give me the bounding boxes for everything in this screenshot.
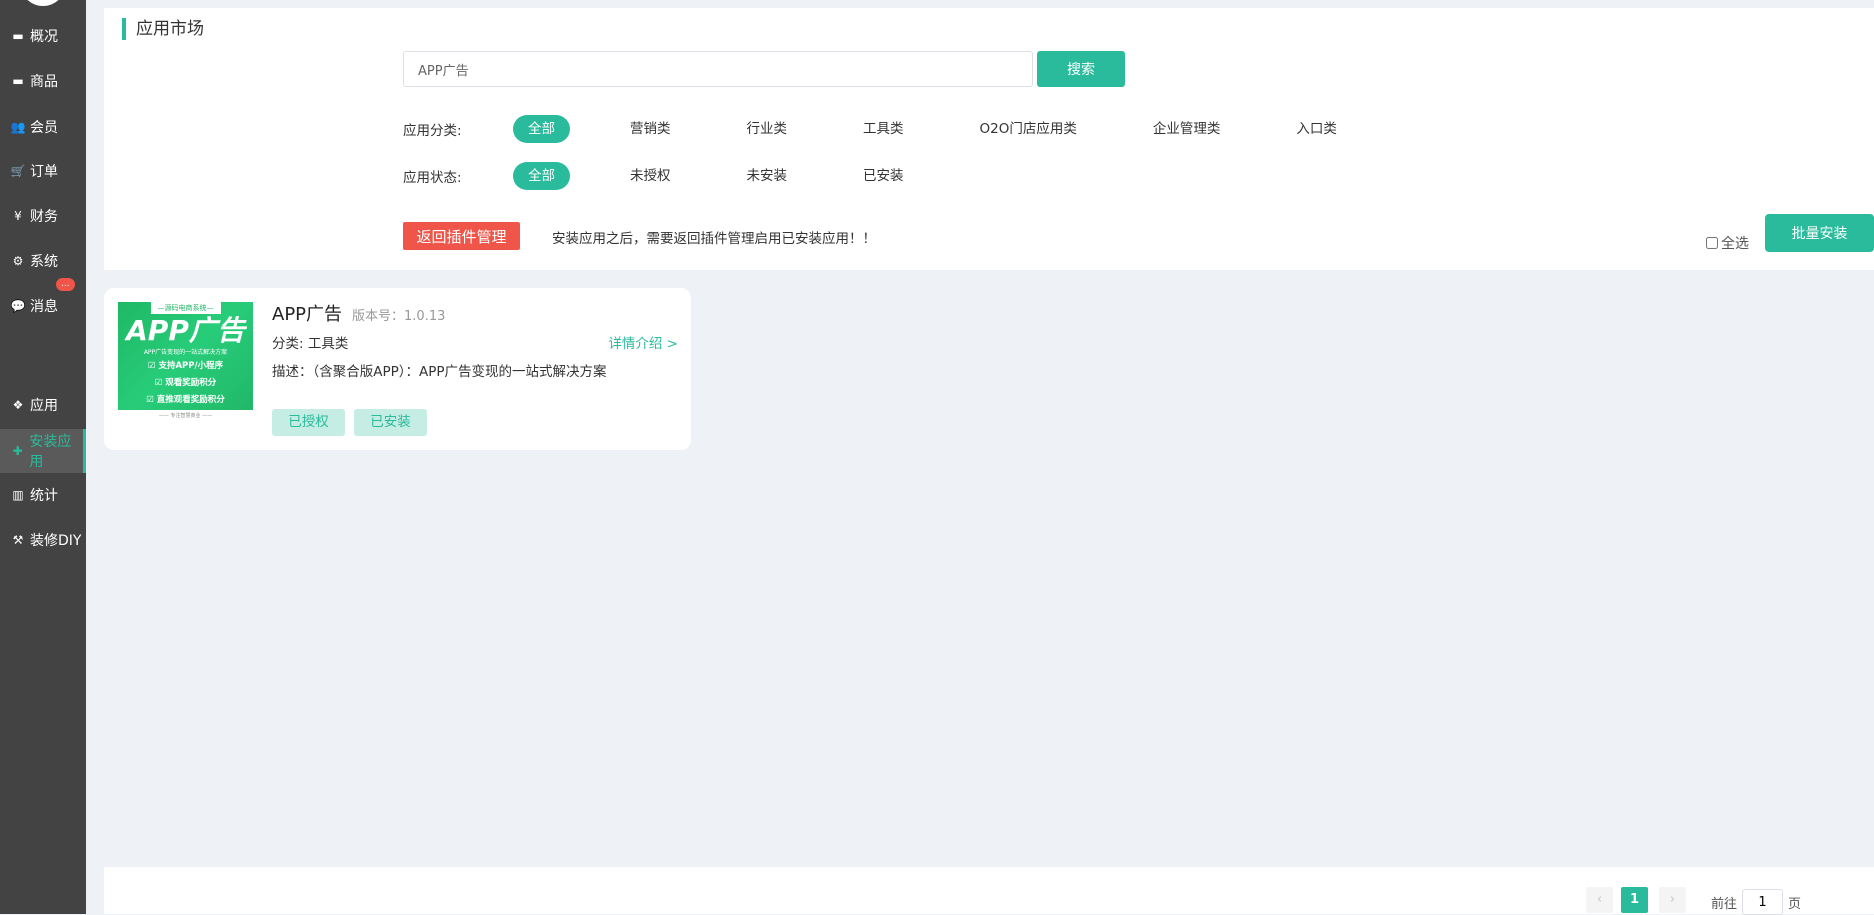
nav-label: 商品 (30, 74, 58, 90)
installed-tag: 已安装 (354, 409, 427, 436)
category-option[interactable]: 入口类 (1280, 115, 1353, 143)
nav-label: 财务 (30, 209, 58, 225)
nav-label: 应用 (30, 398, 58, 414)
gears-icon: ⚙ (12, 254, 24, 268)
search-button[interactable]: 搜索 (1037, 51, 1125, 87)
app-name: APP广告 版本号：1.0.13 (272, 300, 445, 326)
app-thumbnail[interactable]: —源码电商系统— APP广告 APP广告变现的一站式解决方案 ☑ 支持APP/小… (118, 302, 253, 410)
filter-panel: 应用市场 搜索 应用分类: 全部 营销类 行业类 工具类 O2O门店应用类 企业… (104, 8, 1874, 270)
goto-page: 前往 页 (1711, 889, 1801, 915)
category-option[interactable]: 行业类 (731, 115, 804, 143)
yen-icon: ¥ (14, 209, 22, 223)
bar-chart-icon: ▥ (12, 488, 24, 502)
app-version: 版本号：1.0.13 (352, 309, 446, 324)
sidebar-item-installed-apps[interactable]: ✚ 安装应用 (0, 429, 86, 473)
archive-icon: ▬ (12, 74, 24, 88)
sidebar: ▬ 概况 ▬ 商品 👥 会员 🛒 订单 ¥ 财务 ⚙ 系统 💬 消息... ❖ 应用 ✚ 安装应用… (0, 0, 86, 914)
status-label: 应用状态: (403, 170, 462, 186)
status-option[interactable]: 未授权 (614, 162, 687, 190)
cubes-icon: ❖ (12, 398, 24, 412)
sidebar-item-goods[interactable]: ▬ 商品 (0, 59, 86, 103)
category-label: 应用分类: (403, 123, 462, 139)
category-filter: 应用分类: 全部 营销类 行业类 工具类 O2O门店应用类 企业管理类 入口类 (403, 115, 1397, 143)
message-badge: ... (56, 278, 75, 291)
sidebar-item-orders[interactable]: 🛒 订单 (0, 149, 86, 193)
sidebar-item-diy[interactable]: ⚒ 装修DIY (0, 518, 86, 562)
sidebar-item-overview[interactable]: ▬ 概况 (0, 14, 86, 58)
status-filter: 应用状态: 全部 未授权 未安装 已安装 (403, 162, 964, 190)
nav-label: 概况 (30, 29, 58, 45)
sidebar-item-members[interactable]: 👥 会员 (0, 105, 86, 149)
category-option[interactable]: O2O门店应用类 (964, 115, 1093, 143)
nav-label: 系统 (30, 254, 58, 270)
page-title: 应用市场 (122, 18, 204, 40)
detail-link[interactable]: 详情介绍 > (608, 332, 678, 352)
category-option[interactable]: 工具类 (847, 115, 920, 143)
category-option[interactable]: 全部 (513, 115, 570, 143)
app-description: 描述：（含聚合版APP）：APP广告变现的一站式解决方案 (272, 364, 607, 380)
archive-icon: ▬ (12, 29, 24, 43)
prev-page-button[interactable]: ‹ (1586, 887, 1613, 913)
thumb-title: APP广告 (126, 314, 245, 347)
users-icon: 👥 (10, 120, 26, 134)
nav-label: 订单 (30, 164, 58, 180)
thumb-line: ☑ 观看奖励积分 (154, 378, 217, 388)
cart-icon: 🛒 (10, 164, 26, 178)
pagination-bar: ‹ 1 › 前往 页 (104, 867, 1874, 915)
sidebar-item-apps[interactable]: ❖ 应用 (0, 383, 86, 427)
thumb-sub: APP广告变现的一站式解决方案 (143, 349, 228, 356)
comment-icon: 💬 (10, 299, 26, 313)
nav-label: 会员 (30, 120, 58, 136)
avatar[interactable] (20, 0, 66, 6)
category-option[interactable]: 企业管理类 (1137, 115, 1237, 143)
nav-label: 统计 (30, 488, 58, 504)
app-title: APP广告 (272, 304, 343, 325)
nav-label: 装修DIY (30, 533, 82, 549)
thumb-foot: —— 专注智慧商业 —— (158, 413, 213, 419)
page-1[interactable]: 1 (1621, 887, 1648, 913)
sidebar-item-finance[interactable]: ¥ 财务 (0, 194, 86, 238)
thumb-top: —源码电商系统— (150, 302, 221, 314)
status-option[interactable]: 全部 (513, 162, 570, 190)
thumb-line: ☑ 支持APP/小程序 (147, 361, 224, 371)
goto-page-input[interactable] (1742, 889, 1784, 915)
install-notice: 安装应用之后，需要返回插件管理启用已安装应用！！ (552, 231, 876, 247)
goto-label: 前往 (1711, 896, 1738, 912)
sidebar-item-messages[interactable]: 💬 消息... (0, 278, 86, 328)
puzzle-icon: ✚ (12, 444, 23, 458)
nav-label: 安装应用 (29, 434, 72, 470)
back-to-plugin-button[interactable]: 返回插件管理 (403, 222, 520, 250)
app-card: —源码电商系统— APP广告 APP广告变现的一站式解决方案 ☑ 支持APP/小… (104, 288, 691, 450)
hammer-icon: ⚒ (12, 533, 24, 547)
category-option[interactable]: 营销类 (614, 115, 687, 143)
sidebar-item-system[interactable]: ⚙ 系统 (0, 239, 86, 283)
status-option[interactable]: 未安装 (731, 162, 804, 190)
status-option[interactable]: 已安装 (847, 162, 920, 190)
nav-label: 消息 (30, 299, 58, 315)
authorized-tag: 已授权 (272, 409, 345, 436)
select-all-checkbox[interactable] (1706, 237, 1718, 249)
next-page-button[interactable]: › (1659, 887, 1686, 913)
search-input[interactable] (403, 51, 1033, 87)
app-category: 分类: 工具类 (272, 336, 349, 352)
select-all[interactable]: 全选 (1706, 233, 1749, 253)
sidebar-item-stats[interactable]: ▥ 统计 (0, 473, 86, 517)
thumb-line: ☑ 直推观看奖励积分 (146, 395, 225, 405)
page-suffix: 页 (1788, 896, 1802, 912)
batch-install-button[interactable]: 批量安装 (1765, 214, 1874, 252)
select-all-label: 全选 (1721, 236, 1749, 252)
